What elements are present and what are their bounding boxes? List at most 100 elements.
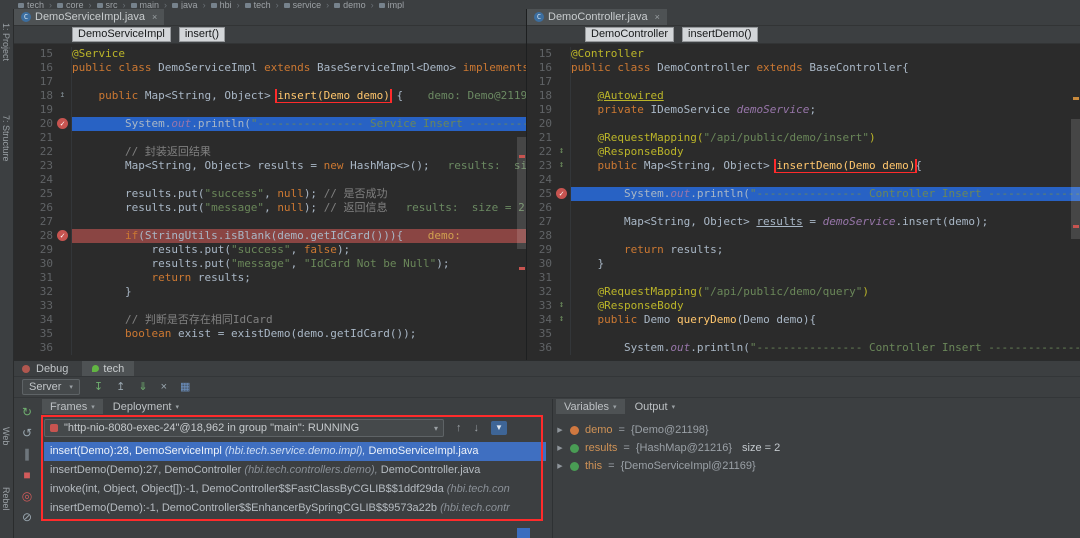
gutter[interactable]: 22↕ xyxy=(527,145,571,159)
gutter[interactable]: 20 xyxy=(527,117,571,131)
code-line[interactable]: 17 xyxy=(14,75,526,89)
expand-arrow-icon[interactable]: ▶ xyxy=(556,462,564,470)
gutter[interactable]: 19 xyxy=(14,103,72,117)
code-text[interactable] xyxy=(72,215,526,229)
code-text[interactable]: Map<String, Object> results = new HashMa… xyxy=(72,159,526,173)
code-line[interactable]: 35 boolean exist = existDemo(demo.getIdC… xyxy=(14,327,526,341)
editor-tab[interactable]: C DemoServiceImpl.java × xyxy=(14,9,164,25)
expand-arrow-icon[interactable]: ▶ xyxy=(556,426,564,434)
tab-frames[interactable]: Frames ▾ xyxy=(42,399,103,414)
code-text[interactable] xyxy=(571,271,1080,285)
stack-frame-row[interactable]: insertDemo(Demo):27, DemoController (hbi… xyxy=(44,461,546,480)
breakpoint-icon[interactable]: ✓ xyxy=(556,188,567,199)
tab-deployment[interactable]: Deployment ▾ xyxy=(105,399,187,414)
tab-output[interactable]: Output ▾ xyxy=(627,399,684,414)
breadcrumb-item[interactable]: tech xyxy=(245,0,271,9)
gutter[interactable]: 22 xyxy=(14,145,72,159)
thread-selector[interactable]: "http-nio-8080-exec-24"@18,962 in group … xyxy=(44,419,444,437)
code-line[interactable]: 28✓ if(StringUtils.isBlank(demo.getIdCar… xyxy=(14,229,526,243)
code-text[interactable]: results.put("success", false); xyxy=(72,243,526,257)
breadcrumb-item[interactable]: demo xyxy=(334,0,366,9)
code-text[interactable]: @ResponseBody xyxy=(571,299,1080,313)
code-line[interactable]: 24 xyxy=(527,173,1080,187)
gutter[interactable]: 29 xyxy=(527,243,571,257)
code-text[interactable] xyxy=(571,327,1080,341)
code-line[interactable]: 20✓ System.out.println("----------------… xyxy=(14,117,526,131)
code-text[interactable]: private IDemoService demoService; xyxy=(571,103,1080,117)
gutter[interactable]: 34 xyxy=(14,313,72,327)
code-text[interactable]: @RequestMapping("/api/public/demo/insert… xyxy=(571,131,1080,145)
code-line[interactable]: 25✓ System.out.println("----------------… xyxy=(527,187,1080,201)
breadcrumb-item[interactable]: tech xyxy=(18,0,44,9)
gutter[interactable]: 15 xyxy=(14,47,72,61)
gutter[interactable]: 26 xyxy=(527,201,571,215)
code-text[interactable]: } xyxy=(72,285,526,299)
breakpoint-icon[interactable]: ✓ xyxy=(57,118,68,129)
code-line[interactable]: 34 // 判断是否存在相同IdCard xyxy=(14,313,526,327)
hide-frames-filter-icon[interactable]: ▼ xyxy=(491,421,507,435)
editor-tab[interactable]: C DemoController.java × xyxy=(527,9,667,25)
gutter[interactable]: 16 xyxy=(14,61,72,75)
breadcrumb-item[interactable]: hbi xyxy=(211,0,232,9)
gutter[interactable]: 27 xyxy=(14,215,72,229)
code-line[interactable]: 16public class DemoServiceImpl extends B… xyxy=(14,61,526,75)
code-text[interactable] xyxy=(571,201,1080,215)
breakpoint-icon[interactable]: ✓ xyxy=(57,230,68,241)
layout-icon[interactable]: ▦ xyxy=(180,379,190,395)
toolwindow-project-button[interactable]: 1: Project xyxy=(1,23,11,61)
code-line[interactable]: 33↕ @ResponseBody xyxy=(527,299,1080,313)
code-text[interactable] xyxy=(72,173,526,187)
gutter[interactable]: 17 xyxy=(527,75,571,89)
spring-mapping-icon[interactable]: ↕ xyxy=(556,160,567,171)
code-text[interactable]: results.put("message", null); // 返回信息res… xyxy=(72,201,526,215)
gutter[interactable]: 15 xyxy=(527,47,571,61)
gutter[interactable]: 21 xyxy=(527,131,571,145)
code-line[interactable]: 18↥ public Map<String, Object> insert(De… xyxy=(14,89,526,103)
gutter[interactable]: 23↕ xyxy=(527,159,571,173)
close-icon[interactable]: × xyxy=(655,12,660,22)
code-line[interactable]: 17 xyxy=(527,75,1080,89)
breadcrumb-item[interactable]: impl xyxy=(379,0,405,9)
code-text[interactable]: @Autowired xyxy=(571,89,1080,103)
code-line[interactable]: 15@Service xyxy=(14,47,526,61)
code-line[interactable]: 19 private IDemoService demoService; xyxy=(527,103,1080,117)
gutter[interactable]: 31 xyxy=(14,271,72,285)
close-icon[interactable]: × xyxy=(152,12,157,22)
gutter[interactable]: 18↥ xyxy=(14,89,72,103)
gutter[interactable]: 18 xyxy=(527,89,571,103)
stop-icon[interactable]: ■ xyxy=(23,469,30,481)
tab-variables[interactable]: Variables ▾ xyxy=(556,399,625,414)
code-text[interactable]: @Service xyxy=(72,47,526,61)
gutter[interactable]: 28 xyxy=(527,229,571,243)
next-frame-icon[interactable]: ↓ xyxy=(474,422,480,434)
code-line[interactable]: 22 // 封装返回结果 xyxy=(14,145,526,159)
code-text[interactable] xyxy=(72,131,526,145)
expand-arrow-icon[interactable]: ▶ xyxy=(556,444,564,452)
gutter[interactable]: 36 xyxy=(14,341,72,355)
code-line[interactable]: 30 } xyxy=(527,257,1080,271)
gutter[interactable]: 32 xyxy=(14,285,72,299)
spring-mapping-icon[interactable]: ↕ xyxy=(556,146,567,157)
code-editor[interactable]: 15@Controller16public class DemoControll… xyxy=(527,44,1080,360)
code-text[interactable]: public class DemoController extends Base… xyxy=(571,61,1080,75)
code-line[interactable]: 26 results.put("message", null); // 返回信息… xyxy=(14,201,526,215)
code-line[interactable]: 34↕ public Demo queryDemo(Demo demo){ xyxy=(527,313,1080,327)
deploy-icon[interactable]: ↧ xyxy=(94,379,103,395)
code-text[interactable]: boolean exist = existDemo(demo.getIdCard… xyxy=(72,327,526,341)
gutter[interactable]: 30 xyxy=(14,257,72,271)
breadcrumb-item[interactable]: service xyxy=(284,0,322,9)
code-line[interactable]: 23 Map<String, Object> results = new Has… xyxy=(14,159,526,173)
gutter[interactable]: 25 xyxy=(14,187,72,201)
stack-frame-row[interactable]: insert(Demo):28, DemoServiceImpl (hbi.te… xyxy=(44,442,546,461)
code-text[interactable]: return results; xyxy=(72,271,526,285)
code-line[interactable]: 21 @RequestMapping("/api/public/demo/ins… xyxy=(527,131,1080,145)
variable-row[interactable]: ▶this = {DemoServiceImpl@21169} xyxy=(556,457,1080,475)
gutter[interactable]: 16 xyxy=(527,61,571,75)
error-stripe-scrollbar[interactable] xyxy=(517,79,526,360)
server-select[interactable]: Server ▾ xyxy=(22,379,80,395)
gutter[interactable]: 24 xyxy=(527,173,571,187)
breadcrumb-item[interactable]: src xyxy=(97,0,118,9)
gutter[interactable]: 33 xyxy=(14,299,72,313)
code-text[interactable] xyxy=(571,173,1080,187)
code-line[interactable]: 26 xyxy=(527,201,1080,215)
